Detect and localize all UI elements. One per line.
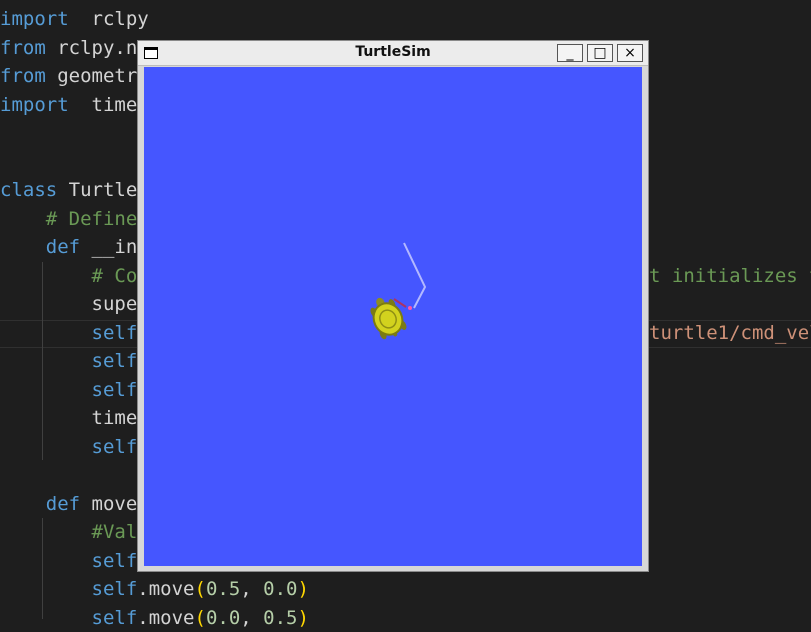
code-line: self xyxy=(0,319,138,347)
code-token: .move xyxy=(137,606,195,629)
code-token: , xyxy=(240,606,264,629)
code-line: self xyxy=(0,433,138,461)
code-line: super xyxy=(0,290,149,318)
code-token: self xyxy=(0,435,138,458)
code-line: from rclpy.no xyxy=(0,34,149,62)
code-line: import rclpy xyxy=(0,5,149,33)
code-token: import xyxy=(0,8,69,30)
minimize-button[interactable]: _ xyxy=(557,44,583,62)
code-token: # Co xyxy=(0,264,138,287)
code-line: class Turtle xyxy=(0,176,137,204)
code-token: time xyxy=(0,407,138,429)
code-token: import xyxy=(0,93,69,116)
code-token: 0.5 xyxy=(205,578,241,600)
code-line: self xyxy=(0,347,138,375)
code-token: # Define xyxy=(0,207,138,230)
code-token: time xyxy=(68,93,138,116)
code-token: ( xyxy=(194,578,206,600)
turtle-trail xyxy=(403,242,427,309)
turtle-canvas xyxy=(144,67,642,566)
code-token: ( xyxy=(194,606,206,629)
code-token: from xyxy=(0,65,46,87)
turtle-canvas-drawing xyxy=(370,242,427,340)
code-token: self xyxy=(0,350,138,372)
window-titlebar[interactable]: TurtleSim _ □ × xyxy=(138,41,648,66)
code-token: def xyxy=(0,236,81,258)
code-line: self xyxy=(0,547,138,575)
code-token: self xyxy=(0,549,138,572)
turtlesim-window[interactable]: TurtleSim _ □ × xyxy=(137,40,649,572)
code-line: time xyxy=(0,404,138,432)
code-token: ) xyxy=(297,606,309,629)
maximize-button[interactable]: □ xyxy=(587,44,613,62)
code-token: geometry xyxy=(45,65,149,87)
code-line: # Co xyxy=(0,262,138,290)
code-line: self.move(0.5, 0.0) xyxy=(0,575,309,603)
code-fragment-comment: t initializes t xyxy=(649,265,811,287)
turtle-icon xyxy=(370,297,407,340)
code-line: import time xyxy=(0,91,137,119)
code-token: , xyxy=(240,578,264,600)
code-line: from geometry xyxy=(0,62,149,90)
code-token: rclpy.no xyxy=(45,36,149,59)
code-token: 0.5 xyxy=(263,606,298,629)
code-token: 0.0 xyxy=(263,578,298,600)
code-token: def xyxy=(0,492,81,515)
code-token: self xyxy=(0,378,138,401)
code-token: self xyxy=(0,321,138,344)
code-line: self.move(0.0, 0.5) xyxy=(0,604,309,632)
code-line: def move_ xyxy=(0,490,149,518)
code-token: #Val xyxy=(0,521,138,543)
code-token: ) xyxy=(297,578,309,600)
code-fragment-string: turtle1/cmd_vel xyxy=(649,322,811,344)
code-token: 0.0 xyxy=(205,606,241,629)
code-token: self xyxy=(0,578,138,600)
code-token: super xyxy=(0,293,149,315)
close-button[interactable]: × xyxy=(617,44,643,62)
code-token: .move xyxy=(137,578,195,600)
code-token: Turtle xyxy=(57,179,138,201)
code-token: class xyxy=(0,179,58,201)
code-token: rclpy xyxy=(68,8,149,30)
code-line: # Define xyxy=(0,205,138,233)
code-token: self xyxy=(0,606,138,629)
code-token: from xyxy=(0,36,46,59)
code-line: #Val xyxy=(0,518,138,546)
code-line: def __ini xyxy=(0,233,149,261)
code-line: self xyxy=(0,376,138,404)
